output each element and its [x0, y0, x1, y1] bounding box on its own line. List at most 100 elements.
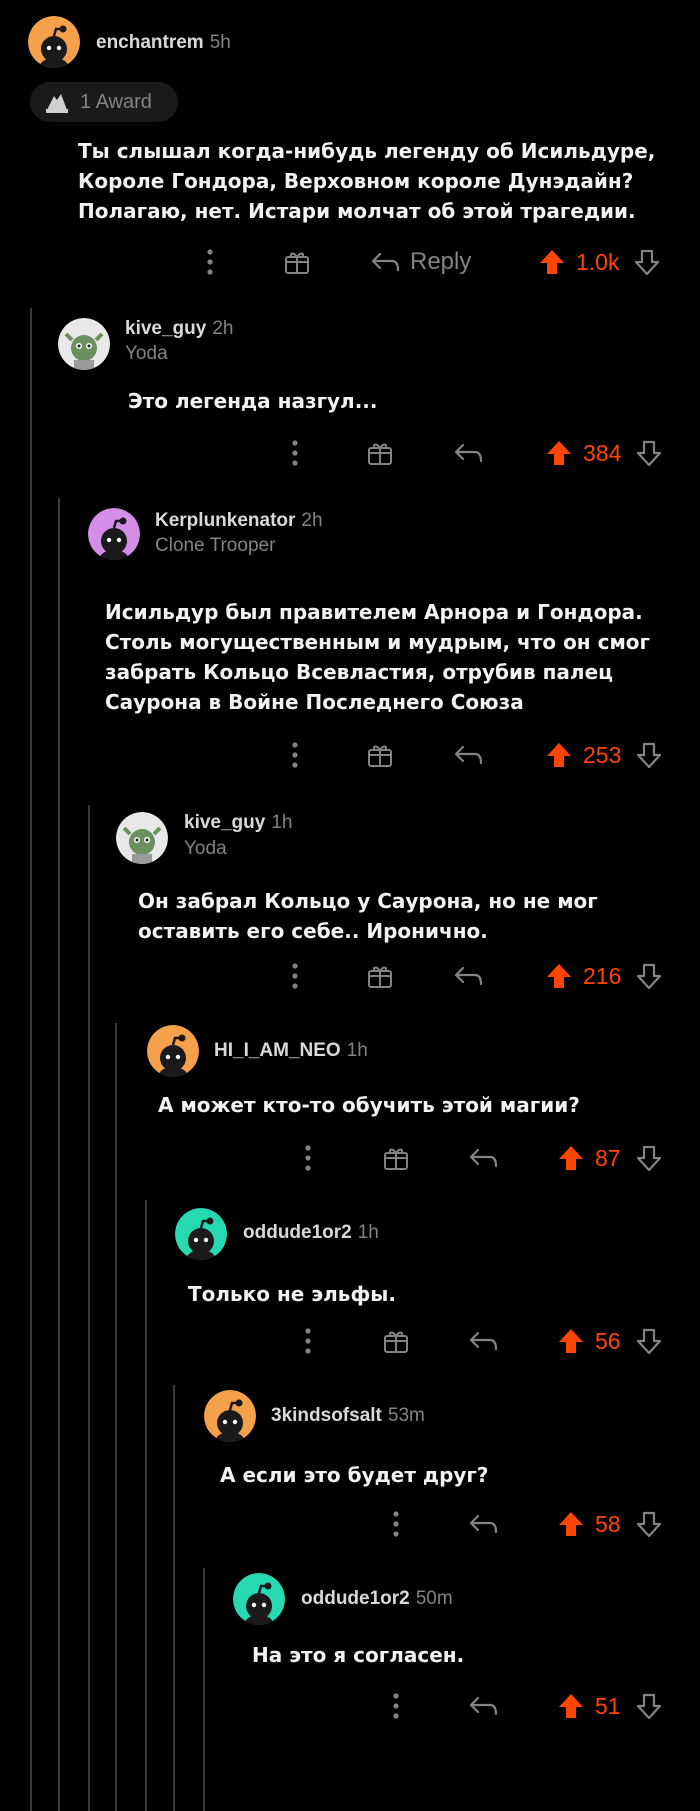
thread-line[interactable] [30, 308, 32, 1811]
avatar[interactable] [28, 16, 80, 68]
reply-button[interactable] [468, 1323, 498, 1359]
timestamp: 53m [387, 1405, 425, 1426]
username[interactable]: Kerplunkenator 2h [155, 510, 323, 532]
more-button[interactable] [386, 1506, 406, 1542]
avatar[interactable] [233, 1573, 285, 1625]
timestamp: 2h [212, 318, 234, 339]
reply-button[interactable] [453, 435, 483, 471]
downvote-arrow-icon[interactable] [635, 1327, 663, 1355]
gift-award-icon [368, 745, 392, 767]
timestamp: 2h [301, 510, 323, 531]
user-flair: Yoda [125, 343, 168, 364]
more-button[interactable] [386, 1688, 406, 1724]
avatar[interactable] [58, 318, 110, 370]
gift-award-icon [285, 252, 309, 274]
vote-score: 253 [583, 741, 622, 768]
reply-arrow-icon [469, 1696, 498, 1716]
reply-button[interactable] [453, 737, 483, 773]
avatar[interactable] [147, 1025, 199, 1077]
username-text[interactable]: Kerplunkenator [155, 510, 295, 531]
reply-button[interactable] [453, 958, 483, 994]
upvote-arrow-icon[interactable] [557, 1144, 585, 1172]
award-button[interactable] [366, 958, 394, 994]
award-button[interactable] [283, 244, 311, 280]
username-text[interactable]: enchantrem [96, 32, 204, 53]
username-text[interactable]: kive_guy [125, 318, 206, 339]
upvote-arrow-icon[interactable] [545, 962, 573, 990]
more-button[interactable] [285, 737, 305, 773]
vote-group: 253 [545, 737, 663, 773]
downvote-arrow-icon[interactable] [635, 1144, 663, 1172]
gift-award-icon [368, 443, 392, 465]
vote-group: 56 [557, 1323, 663, 1359]
more-vertical-icon [292, 742, 298, 768]
more-button[interactable] [298, 1323, 318, 1359]
avatar[interactable] [204, 1390, 256, 1442]
upvote-arrow-icon[interactable] [538, 248, 566, 276]
reply-button[interactable]: Reply [370, 244, 471, 280]
more-button[interactable] [200, 244, 220, 280]
upvote-arrow-icon[interactable] [557, 1327, 585, 1355]
gift-award-icon [46, 94, 68, 113]
username-text[interactable]: 3kindsofsalt [271, 1405, 382, 1426]
username[interactable]: oddude1or2 50m [301, 1588, 453, 1610]
upvote-arrow-icon[interactable] [545, 741, 573, 769]
vote-score: 56 [595, 1327, 621, 1354]
downvote-arrow-icon[interactable] [635, 962, 663, 990]
reply-button[interactable] [468, 1506, 498, 1542]
timestamp: 50m [415, 1588, 453, 1609]
avatar[interactable] [88, 508, 140, 560]
award-button[interactable] [382, 1140, 410, 1176]
upvote-arrow-icon[interactable] [557, 1510, 585, 1538]
timestamp: 1h [271, 812, 293, 833]
upvote-arrow-icon[interactable] [545, 439, 573, 467]
upvote-arrow-icon[interactable] [557, 1692, 585, 1720]
award-button[interactable] [366, 737, 394, 773]
username-text[interactable]: kive_guy [184, 812, 265, 833]
more-button[interactable] [285, 958, 305, 994]
username-text[interactable]: oddude1or2 [243, 1222, 352, 1243]
vote-group: 58 [557, 1506, 663, 1542]
award-button[interactable] [366, 435, 394, 471]
downvote-arrow-icon[interactable] [635, 741, 663, 769]
avatar[interactable] [116, 812, 168, 864]
award-badge[interactable]: 1 Award [30, 82, 178, 122]
avatar[interactable] [175, 1208, 227, 1260]
timestamp: 1h [357, 1222, 379, 1243]
username-text[interactable]: HI_I_AM_NEO [214, 1040, 341, 1061]
reply-arrow-icon [454, 966, 483, 986]
downvote-arrow-icon[interactable] [633, 248, 661, 276]
reply-button[interactable] [468, 1688, 498, 1724]
vote-group: 51 [557, 1688, 663, 1724]
reply-label: Reply [410, 248, 472, 275]
username[interactable]: 3kindsofsalt 53m [271, 1405, 425, 1427]
downvote-arrow-icon[interactable] [635, 439, 663, 467]
comment-actions: 253 [0, 737, 700, 773]
more-button[interactable] [298, 1140, 318, 1176]
thread-line[interactable] [173, 1385, 175, 1811]
more-vertical-icon [305, 1328, 311, 1354]
timestamp: 1h [346, 1040, 368, 1061]
timestamp: 5h [209, 32, 231, 53]
username[interactable]: enchantrem 5h [96, 32, 231, 54]
award-button[interactable] [382, 1323, 410, 1359]
downvote-arrow-icon[interactable] [635, 1510, 663, 1538]
thread-line[interactable] [88, 805, 90, 1811]
more-vertical-icon [292, 963, 298, 989]
username[interactable]: kive_guy 2h [125, 318, 233, 340]
reply-button[interactable] [468, 1140, 498, 1176]
username-text[interactable]: oddude1or2 [301, 1588, 410, 1609]
gift-award-icon [368, 966, 392, 988]
username[interactable]: HI_I_AM_NEO 1h [214, 1040, 368, 1062]
vote-group: 1.0k [538, 244, 661, 280]
vote-score: 1.0k [576, 248, 620, 275]
comment-body: На это я согласен. [252, 1643, 465, 1667]
comment-body: Только не эльфы. [188, 1282, 396, 1306]
more-button[interactable] [285, 435, 305, 471]
downvote-arrow-icon[interactable] [635, 1692, 663, 1720]
username[interactable]: oddude1or2 1h [243, 1222, 379, 1244]
username[interactable]: kive_guy 1h [184, 812, 292, 834]
comment-actions: 56 [0, 1323, 700, 1359]
vote-score: 384 [583, 439, 622, 466]
more-vertical-icon [292, 440, 298, 466]
